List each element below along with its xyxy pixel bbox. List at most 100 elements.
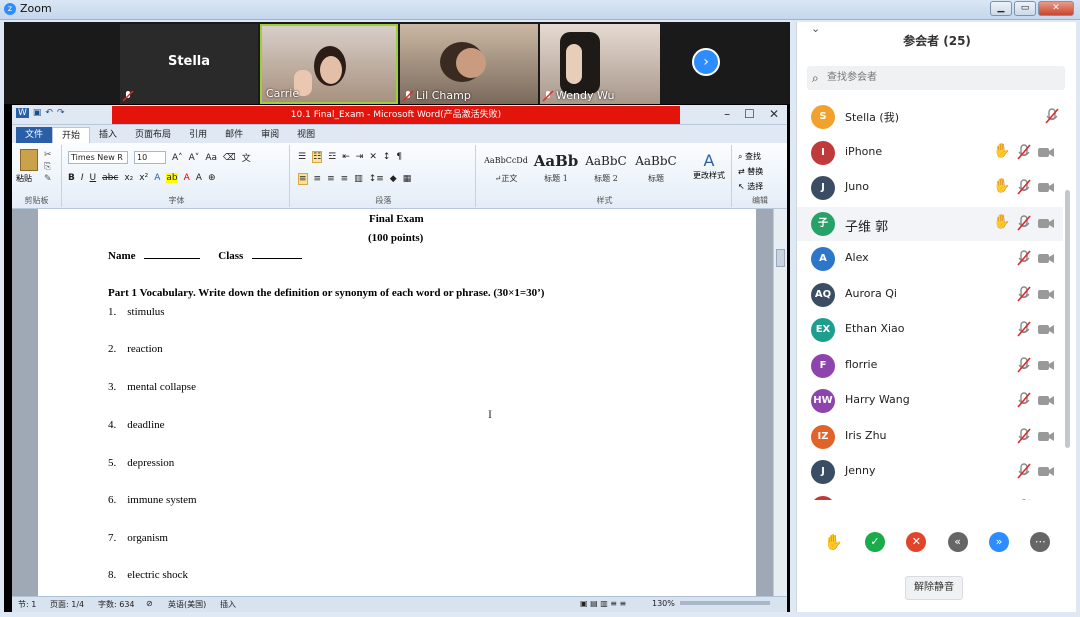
participant-row[interactable]: Fflorrie	[797, 349, 1063, 383]
muted-mic-icon[interactable]	[1015, 249, 1033, 267]
status-language[interactable]: 英语(美国)	[168, 599, 206, 610]
participant-row[interactable]: EX Ethan Xiao	[797, 313, 1063, 347]
video-tile-stella[interactable]: Stella	[120, 24, 258, 104]
no-icon[interactable]: ✕	[906, 532, 927, 552]
participant-row[interactable]: KW Krystal Wang	[797, 491, 1063, 501]
bullets-icon[interactable]: ☰	[298, 152, 306, 162]
increase-indent-icon[interactable]: ⇥	[356, 152, 364, 162]
style-heading1[interactable]: AaBb 标题 1	[532, 149, 580, 189]
multilevel-icon[interactable]: ☲	[328, 152, 336, 162]
chinese-layout-icon[interactable]: ✕	[369, 152, 377, 162]
bold-icon[interactable]: B	[68, 173, 75, 183]
muted-mic-icon[interactable]	[1015, 178, 1033, 196]
replace-button[interactable]: ⇄ 替换	[738, 164, 763, 179]
document-area[interactable]: Final Exam (100 points) Name Class Part …	[12, 209, 787, 596]
tab-mailings[interactable]: 邮件	[216, 127, 252, 143]
muted-mic-icon[interactable]	[1015, 391, 1033, 409]
clear-format-icon[interactable]: ⌫	[223, 153, 236, 163]
tab-file[interactable]: 文件	[16, 127, 53, 143]
scroll-thumb[interactable]	[1065, 190, 1070, 448]
show-marks-icon[interactable]: ¶	[396, 152, 402, 162]
muted-mic-icon[interactable]	[1015, 462, 1033, 480]
participant-row[interactable]: A Alex	[797, 242, 1063, 276]
underline-icon[interactable]: U	[90, 173, 97, 183]
align-center-icon[interactable]: ≡	[314, 174, 322, 184]
minimize-button[interactable]: ▁	[990, 1, 1012, 16]
participant-row[interactable]: J Juno ✋	[797, 171, 1063, 205]
participant-row[interactable]: IiPhone ✋	[797, 136, 1063, 170]
close-button[interactable]: ✕	[1038, 1, 1074, 16]
video-off-icon[interactable]	[1037, 214, 1055, 232]
sort-icon[interactable]: ↕	[383, 152, 391, 162]
muted-mic-icon[interactable]	[1015, 285, 1033, 303]
yes-icon[interactable]: ✓	[864, 532, 885, 552]
status-page[interactable]: 页面: 1/4	[50, 599, 84, 610]
go-slower-icon[interactable]: «	[947, 532, 968, 552]
participant-row[interactable]: AQ Aurora Qi	[797, 278, 1063, 312]
muted-mic-icon[interactable]	[1043, 107, 1061, 125]
zoom-slider[interactable]	[680, 601, 770, 605]
muted-mic-icon[interactable]	[1015, 498, 1033, 501]
save-icon[interactable]: ▣	[33, 108, 42, 118]
subscript-icon[interactable]: x₂	[124, 173, 133, 183]
participant-row[interactable]: S Stella (我)	[797, 100, 1063, 134]
muted-mic-icon[interactable]	[1015, 143, 1033, 161]
justify-icon[interactable]: ≡	[341, 174, 349, 184]
participant-row[interactable]: HW Harry Wang	[797, 384, 1063, 418]
tab-view[interactable]: 视图	[288, 127, 324, 143]
participant-row[interactable]: 子子维 郭 ✋	[797, 206, 1063, 241]
video-off-icon[interactable]	[1037, 320, 1055, 338]
participant-scrollbar[interactable]	[1063, 134, 1071, 504]
shrink-font-icon[interactable]: A˅	[189, 153, 200, 163]
search-input[interactable]: ⌕ 查找参会者	[807, 66, 1065, 90]
paste-icon[interactable]	[20, 149, 38, 171]
muted-mic-icon[interactable]	[1015, 356, 1033, 374]
numbering-icon[interactable]: ☷	[312, 151, 323, 163]
shading-icon[interactable]: ◆	[390, 174, 397, 184]
more-icon[interactable]: ⋯	[1030, 532, 1051, 552]
style-title[interactable]: AaBbC 标题	[632, 149, 680, 189]
document-page[interactable]: Final Exam (100 points) Name Class Part …	[38, 209, 756, 596]
tab-review[interactable]: 审阅	[252, 127, 288, 143]
video-tile-carrie[interactable]: Carrie	[260, 24, 398, 104]
maximize-button[interactable]: ▭	[1014, 1, 1036, 16]
grow-font-icon[interactable]: A˄	[172, 153, 183, 163]
style-heading2[interactable]: AaBbC 标题 2	[582, 149, 630, 189]
video-off-icon[interactable]	[1037, 249, 1055, 267]
align-left-icon[interactable]: ≡	[298, 173, 308, 185]
video-off-icon[interactable]	[1037, 285, 1055, 303]
go-faster-icon[interactable]: »	[988, 532, 1009, 552]
video-off-icon[interactable]	[1037, 427, 1055, 445]
tab-insert[interactable]: 插入	[90, 127, 126, 143]
style-normal[interactable]: AaBbCcDd ↵正文	[482, 149, 530, 189]
status-insert[interactable]: 插入	[220, 599, 236, 610]
video-off-icon[interactable]	[1037, 498, 1055, 501]
proofing-icon[interactable]: ⊘	[146, 599, 153, 608]
redo-icon[interactable]: ↷	[57, 108, 65, 118]
video-off-icon[interactable]	[1037, 356, 1055, 374]
enclose-char-icon[interactable]: ⊕	[208, 173, 216, 183]
tab-home[interactable]: 开始	[52, 127, 91, 143]
undo-icon[interactable]: ↶	[45, 108, 53, 118]
char-shading-icon[interactable]: A	[196, 173, 202, 183]
status-words[interactable]: 字数: 634	[98, 599, 135, 610]
italic-icon[interactable]: I	[81, 173, 84, 183]
video-off-icon[interactable]	[1037, 462, 1055, 480]
word-minimize-button[interactable]: –	[724, 107, 730, 121]
select-button[interactable]: ↖ 选择	[738, 179, 763, 194]
cut-copy-icons[interactable]: ✂ ⎘ ✎	[44, 149, 52, 185]
decrease-indent-icon[interactable]: ⇤	[342, 152, 350, 162]
border-icon[interactable]: ▦	[403, 174, 412, 184]
line-spacing-icon[interactable]: ↕≡	[369, 174, 384, 184]
text-effect-icon[interactable]: A	[154, 173, 160, 183]
video-off-icon[interactable]	[1037, 143, 1055, 161]
change-styles-button[interactable]: A 更改样式	[690, 151, 728, 181]
font-name-select[interactable]: Times New R	[68, 151, 128, 164]
word-maximize-button[interactable]: ☐	[744, 107, 755, 121]
muted-mic-icon[interactable]	[1015, 320, 1033, 338]
font-size-select[interactable]: 10	[134, 151, 166, 164]
distributed-icon[interactable]: ▥	[354, 174, 363, 184]
participant-row[interactable]: J Jenny	[797, 455, 1063, 489]
muted-mic-icon[interactable]	[1015, 427, 1033, 445]
participant-row[interactable]: IZ Iris Zhu	[797, 420, 1063, 454]
